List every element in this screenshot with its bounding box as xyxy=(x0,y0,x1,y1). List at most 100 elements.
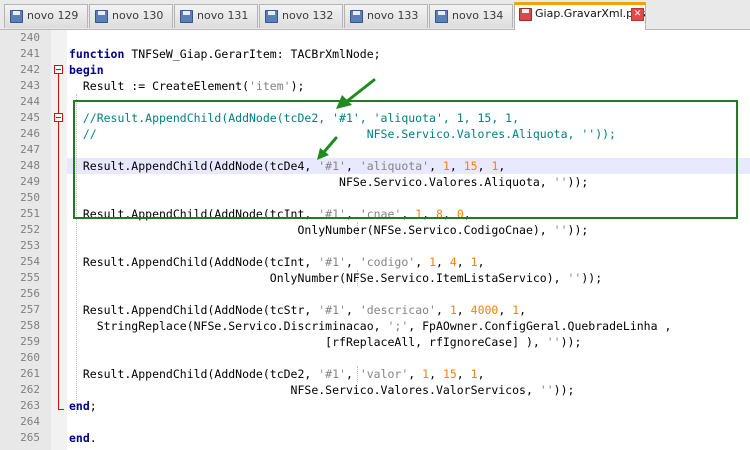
code-token: , xyxy=(519,303,527,317)
code-token: [rfReplaceAll, rfIgnoreCase] ), xyxy=(69,335,547,349)
tab-bar: novo 129 novo 130 novo 131 novo 132 novo… xyxy=(0,0,750,30)
code-token: Result.AppendChild(AddNode(tcInt, xyxy=(69,255,319,269)
code-token: , xyxy=(345,367,360,381)
code-token: '' xyxy=(553,223,568,237)
arrow-icon xyxy=(317,136,338,160)
code-line[interactable]: NFSe.Servico.Valores.ValorServicos, ''))… xyxy=(69,382,575,398)
code-token: 1 xyxy=(449,303,457,317)
code-token: )); xyxy=(553,383,575,397)
code-token: end xyxy=(69,399,90,413)
code-token: ); xyxy=(290,79,305,93)
tab-label: novo 129 xyxy=(27,9,79,22)
code-token: , FpAOwner.ConfigGeral.QuebradeLinha , xyxy=(408,319,672,333)
code-line[interactable]: Result := CreateElement('item'); xyxy=(69,78,305,94)
tab-novo-129[interactable]: novo 129 xyxy=(4,4,88,28)
fold-minus-icon[interactable] xyxy=(54,65,63,74)
tab-novo-131[interactable]: novo 131 xyxy=(174,4,258,28)
line-number: 246 xyxy=(20,127,40,140)
tab-label: novo 130 xyxy=(112,9,164,22)
save-icon xyxy=(180,10,193,23)
tab-novo-133[interactable]: novo 133 xyxy=(344,4,428,28)
line-number: 264 xyxy=(20,415,40,428)
line-number: 240 xyxy=(20,31,40,44)
line-number: 250 xyxy=(20,191,40,204)
code-token: , xyxy=(345,303,360,317)
code-line[interactable]: Result.AppendChild(AddNode(tcStr, '#1', … xyxy=(69,302,526,318)
code-token: , xyxy=(429,367,443,381)
annotation-box xyxy=(73,100,738,219)
code-line[interactable]: StringReplace(NFSe.Servico.Discriminacao… xyxy=(69,318,672,334)
fold-minus-icon[interactable] xyxy=(54,113,63,122)
code-line[interactable]: function TNFSeW_Giap.GerarItem: TACBrXml… xyxy=(69,46,381,62)
line-number: 259 xyxy=(20,335,40,348)
code-line[interactable]: OnlyNumber(NFSe.Servico.CodigoCnae), '')… xyxy=(69,222,588,238)
code-token: 4000 xyxy=(470,303,499,317)
fold-end xyxy=(58,409,64,410)
code-token: , xyxy=(477,367,485,381)
line-number: 262 xyxy=(20,383,40,396)
code-line[interactable]: begin xyxy=(69,62,104,78)
tab-novo-132[interactable]: novo 132 xyxy=(259,4,343,28)
line-number: 260 xyxy=(20,351,40,364)
line-number: 247 xyxy=(20,143,40,156)
code-token: '' xyxy=(539,383,554,397)
code-token: 1 xyxy=(470,255,478,269)
line-number: 243 xyxy=(20,79,40,92)
code-token: '' xyxy=(546,335,561,349)
code-token: 'item' xyxy=(249,79,291,93)
line-number: 255 xyxy=(20,271,40,284)
code-token: TNFSeW_Giap.GerarItem: TACBrXmlNode; xyxy=(131,47,381,61)
code-token: 'valor' xyxy=(359,367,409,381)
code-line[interactable]: [rfReplaceAll, rfIgnoreCase] ), '')); xyxy=(69,334,581,350)
save-icon xyxy=(10,10,23,23)
code-token: '#1' xyxy=(318,367,346,381)
code-token: ';' xyxy=(387,319,409,333)
code-token: OnlyNumber(NFSe.Servico.CodigoCnae), xyxy=(69,223,554,237)
code-token: 4 xyxy=(449,255,457,269)
line-number: 251 xyxy=(20,207,40,220)
arrow-icon xyxy=(336,78,376,109)
fold-margin xyxy=(51,30,67,450)
line-number: 248 xyxy=(20,159,40,172)
tab-novo-130[interactable]: novo 130 xyxy=(89,4,173,28)
line-number: 261 xyxy=(20,367,40,380)
code-token: 1 xyxy=(470,367,478,381)
code-line[interactable]: end. xyxy=(69,430,97,446)
code-token: function xyxy=(69,47,132,61)
tab-label: novo 132 xyxy=(282,9,334,22)
code-token: '' xyxy=(567,271,582,285)
code-token: )); xyxy=(560,335,582,349)
line-number: 249 xyxy=(20,175,40,188)
save-icon xyxy=(265,10,278,23)
tab-giap-gravarxml[interactable]: Giap.GravarXml.pas ✕ xyxy=(514,2,646,30)
line-number: 254 xyxy=(20,255,40,268)
code-line[interactable]: Result.AppendChild(AddNode(tcInt, '#1', … xyxy=(69,254,485,270)
fold-line xyxy=(58,74,59,409)
code-token: , xyxy=(456,303,471,317)
code-token: , xyxy=(345,255,360,269)
code-token: , xyxy=(456,367,471,381)
close-icon[interactable]: ✕ xyxy=(631,8,644,21)
code-editor[interactable]: 240 241 function TNFSeW_Giap.GerarItem: TA… xyxy=(0,30,750,450)
tab-label: novo 133 xyxy=(367,9,419,22)
tab-novo-134[interactable]: novo 134 xyxy=(429,4,513,28)
code-token: Result.AppendChild(AddNode(tcStr, xyxy=(69,303,319,317)
code-token: Result := CreateElement( xyxy=(69,79,250,93)
code-token: 'codigo' xyxy=(359,255,416,269)
code-token: , xyxy=(498,303,513,317)
save-icon xyxy=(95,10,108,23)
line-number: 241 xyxy=(20,47,40,60)
save-icon xyxy=(435,10,448,23)
code-token: begin xyxy=(69,63,104,77)
save-icon xyxy=(350,10,363,23)
code-token: end xyxy=(69,431,90,445)
code-line[interactable]: Result.AppendChild(AddNode(tcDe2, '#1', … xyxy=(69,366,485,382)
line-number: 263 xyxy=(20,399,40,412)
code-token: 15 xyxy=(442,367,457,381)
code-token: , xyxy=(408,367,423,381)
save-icon xyxy=(519,8,532,21)
code-line[interactable]: OnlyNumber(NFSe.Servico.ItemListaServico… xyxy=(69,270,602,286)
tab-label: Giap.GravarXml.pas xyxy=(535,7,646,20)
code-line[interactable]: end; xyxy=(69,398,97,414)
code-token: NFSe.Servico.Valores.ValorServicos, xyxy=(69,383,540,397)
